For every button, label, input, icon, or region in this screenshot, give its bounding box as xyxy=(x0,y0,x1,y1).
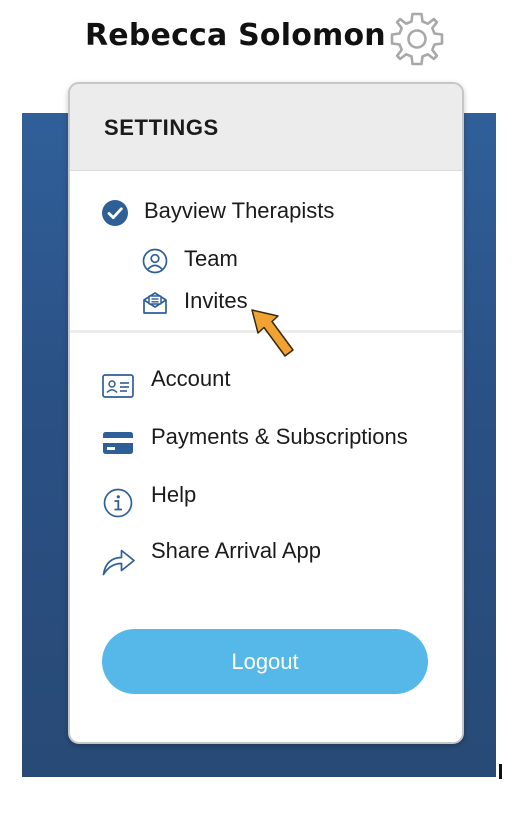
menu-item-label: Account xyxy=(151,366,231,391)
check-circle-icon xyxy=(102,200,128,226)
envelope-icon xyxy=(143,292,167,314)
settings-dropdown: SETTINGS Bayview Therapists Team Invites xyxy=(68,82,464,744)
menu-item-account[interactable]: Account xyxy=(102,364,432,404)
menu-item-label: Payments & Subscriptions xyxy=(151,424,408,449)
info-icon xyxy=(103,488,133,518)
menu-item-bayview-therapists[interactable]: Bayview Therapists xyxy=(100,196,430,230)
menu-item-label: Bayview Therapists xyxy=(144,198,335,223)
gear-icon[interactable] xyxy=(388,10,446,68)
pointer-arrow-icon xyxy=(251,309,294,357)
dropdown-title: SETTINGS xyxy=(104,115,219,140)
dropdown-header: SETTINGS xyxy=(70,84,462,171)
menu-item-share-arrival-app[interactable]: Share Arrival App xyxy=(102,538,432,580)
id-card-icon xyxy=(102,374,134,398)
menu-item-label: Help xyxy=(151,482,197,507)
menu-item-team[interactable]: Team xyxy=(142,244,292,278)
menu-item-help[interactable]: Help xyxy=(102,480,432,520)
edge-mark xyxy=(499,764,502,779)
credit-card-icon xyxy=(103,432,133,454)
user-name: Rebecca Solomon xyxy=(85,18,386,53)
share-arrow-icon xyxy=(102,549,135,576)
menu-item-label: Team xyxy=(184,246,238,271)
menu-item-label: Share Arrival App xyxy=(151,538,321,563)
person-circle-icon xyxy=(142,248,168,274)
menu-item-payments-subscriptions[interactable]: Payments & Subscriptions xyxy=(102,422,442,462)
menu-item-label: Invites xyxy=(184,288,248,313)
logout-button[interactable]: Logout xyxy=(102,629,428,694)
